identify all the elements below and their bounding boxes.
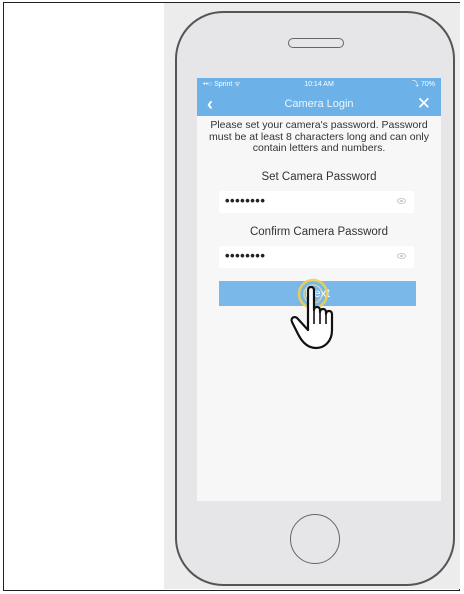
eye-icon[interactable] [397,198,406,204]
status-time: 10:14 AM [304,81,334,88]
page-title: Camera Login [284,98,354,110]
home-button[interactable] [290,514,340,564]
password-instructions: Please set your camera's password. Passw… [208,119,430,154]
confirm-password-label: Confirm Camera Password [249,226,389,238]
status-bar: ••○ Sprint ᯤ 10:14 AM ⤵ 70% [197,78,441,92]
set-password-value: •••••••• [225,193,266,208]
nav-bar: ‹ Camera Login ✕ [197,92,441,116]
close-icon[interactable]: ✕ [417,92,431,116]
speaker-grille [288,38,344,48]
tap-hand-icon [290,278,334,350]
confirm-password-field[interactable]: •••••••• [219,246,414,268]
eye-icon[interactable] [397,253,406,259]
set-password-field[interactable]: •••••••• [219,191,414,213]
set-password-label: Set Camera Password [261,171,377,183]
confirm-password-value: •••••••• [225,248,266,263]
battery-indicator: ⤵ 70% [412,81,435,88]
